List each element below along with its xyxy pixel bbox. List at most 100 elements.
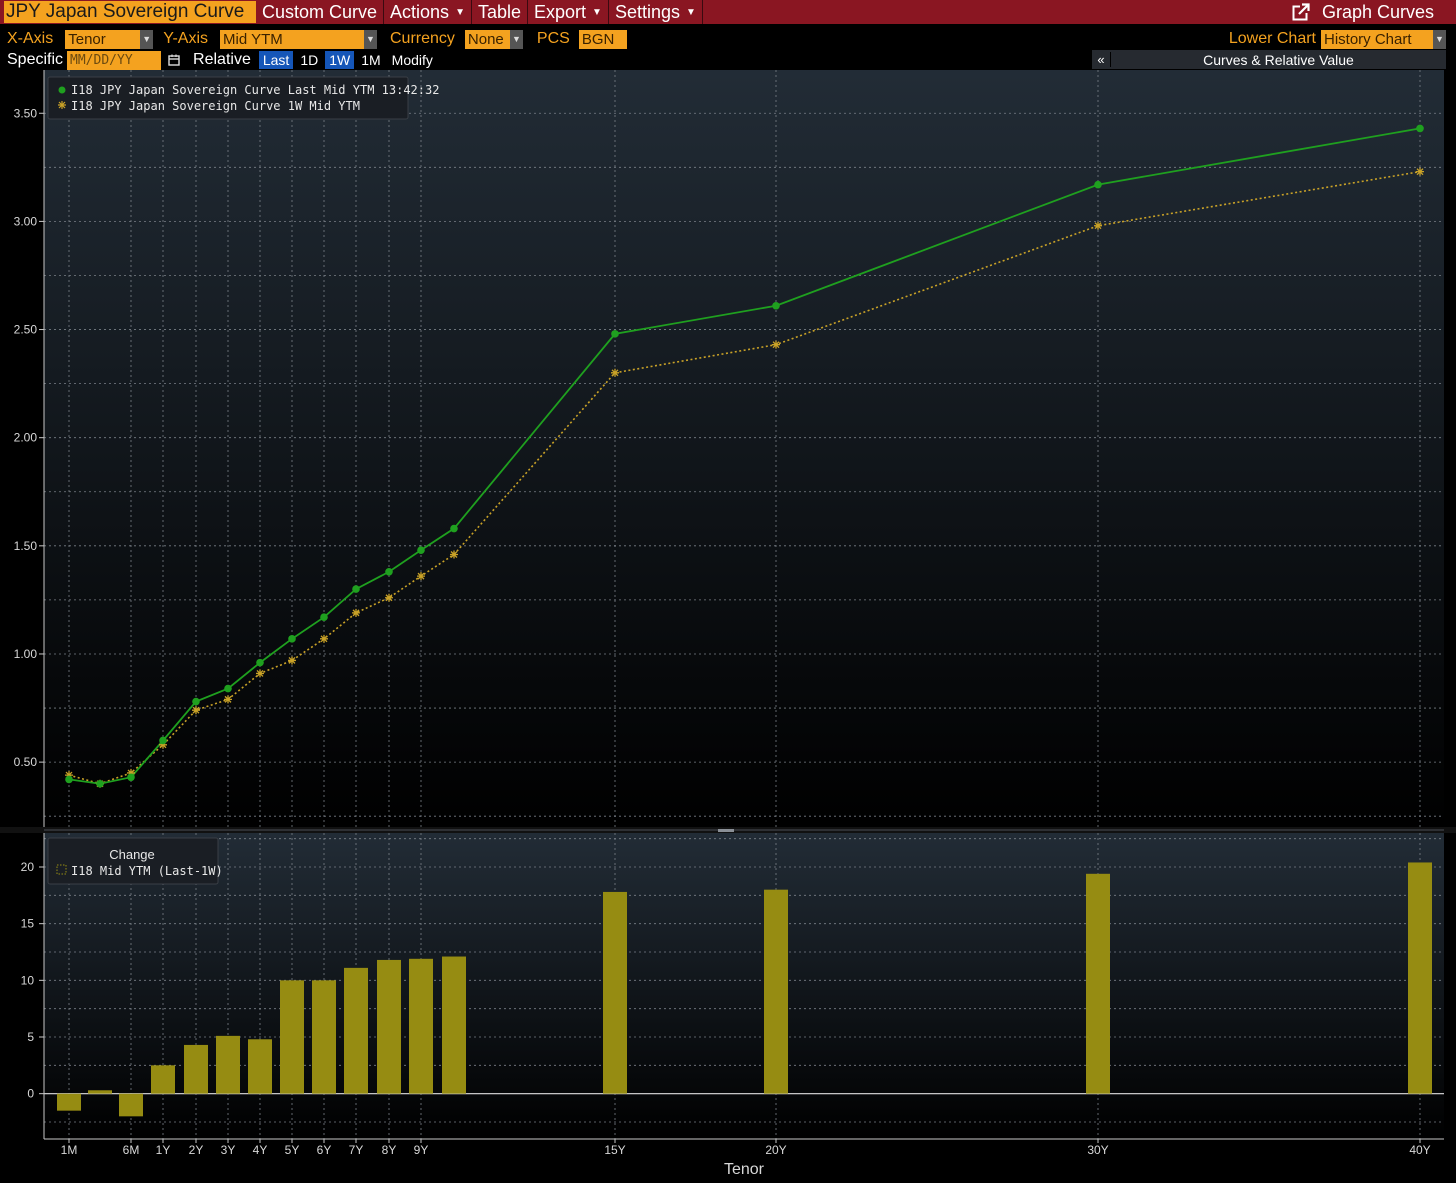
menu-settings[interactable]: Settings ▼ <box>609 0 703 24</box>
series-last-point <box>450 524 458 533</box>
xaxis-dropdown[interactable]: Tenor ▼ <box>65 29 154 49</box>
series-last-point <box>772 301 780 310</box>
relative-button-group: Last 1D 1W 1M <box>258 51 388 69</box>
caret-down-icon: ▼ <box>592 7 602 19</box>
lower-chart-dropdown[interactable]: History Chart ▼ <box>1321 29 1446 49</box>
menu-actions[interactable]: Actions ▼ <box>384 0 472 24</box>
menu-label: Export <box>534 2 587 22</box>
star-marker <box>450 550 458 559</box>
change-bar <box>57 1093 81 1111</box>
date-input[interactable]: MM/DD/YY <box>67 50 162 70</box>
legend-dot-icon <box>58 86 66 94</box>
change-bar <box>119 1093 143 1117</box>
resize-handle <box>718 829 734 832</box>
modify-button[interactable]: Modify <box>388 51 437 69</box>
axis-controls-row: X-Axis Tenor ▼ Y-Axis Mid YTM ▼ Currency… <box>0 28 1456 50</box>
series-1w-point <box>192 706 200 715</box>
relative-button-last[interactable]: Last <box>258 51 294 69</box>
menu-label: Custom Curve <box>262 2 378 22</box>
series-last-point <box>320 613 328 622</box>
star-marker <box>385 593 393 602</box>
title-bar: JPY Japan Sovereign Curve Custom Curve Ac… <box>0 0 1456 24</box>
star-marker <box>192 706 200 715</box>
y-tick-label: 3.00 <box>14 214 38 228</box>
change-bar <box>151 1065 175 1094</box>
change-bar <box>764 889 788 1094</box>
x-tick-label: 6M <box>123 1143 140 1157</box>
calendar-icon[interactable] <box>167 53 181 67</box>
change-bar <box>88 1090 112 1094</box>
series-last-point <box>224 684 232 693</box>
series-last-point <box>352 585 360 593</box>
panel-title: Curves & Relative Value <box>1203 51 1354 68</box>
change-bar <box>280 980 304 1094</box>
series-last-point <box>256 658 264 667</box>
pcs-field[interactable]: BGN <box>578 29 627 49</box>
series-1w-point <box>417 572 425 581</box>
chevron-down-icon: ▼ <box>140 29 154 49</box>
series-last-point <box>96 779 104 788</box>
x-tick-label: 40Y <box>1409 1143 1430 1157</box>
lower-chart-value: History Chart <box>1324 30 1412 48</box>
curve-chart-svg[interactable]: 0.50 1.00 1.50 2.00 2.50 3.00 3.50 I18 JPY Japa… <box>0 70 1456 1183</box>
star-marker <box>256 669 264 678</box>
series-last-point <box>385 567 393 576</box>
menu-label: Actions <box>390 2 450 22</box>
y-tick-label: 1.00 <box>14 647 38 661</box>
series-last-point <box>65 775 73 784</box>
change-bar <box>1408 862 1432 1094</box>
change-bar <box>312 980 336 1094</box>
x-axis-title: Tenor <box>724 1161 765 1178</box>
star-marker <box>1416 167 1424 176</box>
series-last-point <box>611 330 619 338</box>
legend-change-label: I18 Mid YTM (Last-1W) <box>71 864 223 878</box>
change-bar <box>442 956 466 1094</box>
x-tick-label: 30Y <box>1087 1143 1108 1157</box>
series-1w-point <box>1094 221 1102 230</box>
relative-label: Relative <box>193 51 251 68</box>
series-1w-point <box>385 593 393 602</box>
menu-export[interactable]: Export ▼ <box>528 0 609 24</box>
series-1w-point <box>288 656 296 665</box>
series-1w-point <box>1416 167 1424 176</box>
x-tick-label: 1M <box>61 1143 78 1157</box>
graph-curves-header[interactable]: Graph Curves <box>1292 0 1434 24</box>
star-marker <box>417 572 425 581</box>
popout-icon[interactable] <box>1292 3 1310 21</box>
y-tick-label: 5 <box>27 1030 34 1044</box>
star-marker <box>772 340 780 349</box>
y-tick-label: 10 <box>21 973 35 987</box>
series-last-point <box>288 635 296 643</box>
chevron-down-icon: ▼ <box>509 29 523 49</box>
series-1w-point <box>256 669 264 678</box>
caret-down-icon: ▼ <box>685 7 696 19</box>
star-marker <box>320 634 328 643</box>
relative-button-1d[interactable]: 1D <box>296 51 322 69</box>
pcs-label: PCS <box>536 30 570 47</box>
series-last-point <box>1416 124 1424 133</box>
change-bar <box>248 1039 272 1094</box>
legend-title: Change <box>109 847 155 862</box>
x-tick-label: 6Y <box>317 1143 332 1157</box>
chevron-down-icon: ▼ <box>364 29 377 49</box>
x-tick-label: 2Y <box>189 1143 204 1157</box>
x-tick-label: 8Y <box>382 1143 397 1157</box>
y-tick-label: 2.50 <box>14 323 38 337</box>
series-1w-point <box>611 368 619 377</box>
graph-curves-label: Graph Curves <box>1321 2 1434 22</box>
security-field[interactable]: JPY Japan Sovereign Curve <box>4 1 256 23</box>
x-tick-label: 7Y <box>349 1143 364 1157</box>
y-tick-label: 1.50 <box>14 539 38 553</box>
change-bar <box>344 967 368 1094</box>
xaxis-value: Tenor <box>68 30 106 48</box>
menu-table[interactable]: Table <box>472 0 528 24</box>
series-1w-point <box>772 340 780 349</box>
currency-value: None <box>467 30 504 48</box>
collapse-panel-button[interactable]: « <box>1092 52 1111 67</box>
yaxis-dropdown[interactable]: Mid YTM ▼ <box>220 29 377 49</box>
currency-dropdown[interactable]: None ▼ <box>464 29 523 49</box>
relative-button-1m[interactable]: 1M <box>357 51 384 69</box>
y-tick-label: 0.50 <box>14 755 38 769</box>
menu-custom-curve[interactable]: Custom Curve <box>256 0 385 24</box>
relative-button-1w[interactable]: 1W <box>325 51 355 69</box>
